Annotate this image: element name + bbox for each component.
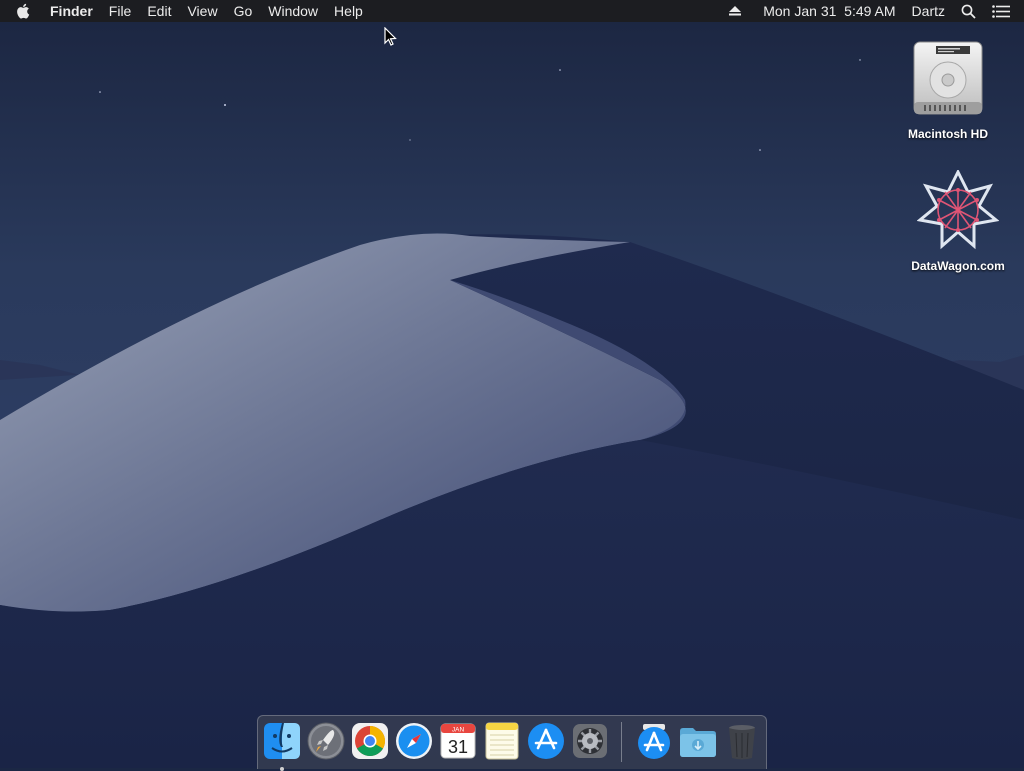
dock-downloads[interactable]: [678, 721, 718, 761]
eject-icon[interactable]: [721, 0, 749, 22]
finder-icon: [264, 723, 300, 759]
apple-logo-icon[interactable]: [0, 0, 42, 22]
dock-app-store[interactable]: [526, 721, 566, 761]
trash-icon: [729, 725, 755, 760]
apple-logo-icon: [17, 3, 30, 19]
menu-help[interactable]: Help: [326, 0, 371, 22]
dock-trash[interactable]: [722, 721, 762, 761]
chrome-icon: [352, 723, 388, 759]
calendar-month: JAN: [452, 727, 465, 734]
status-area: Mon Jan 31 5:49 AM Dartz: [721, 0, 1024, 22]
menubar-user[interactable]: Dartz: [904, 0, 953, 22]
dock-calendar[interactable]: JAN 31: [438, 721, 478, 761]
calendar-day: 31: [448, 737, 468, 757]
dock-system-preferences[interactable]: [570, 721, 610, 761]
dock-safari[interactable]: [394, 721, 434, 761]
desktop-icon-datawagon[interactable]: DataWagon.com: [898, 168, 1018, 273]
dock-notes[interactable]: [482, 721, 522, 761]
dock-applications-stack[interactable]: [634, 721, 674, 761]
spotlight-search-icon[interactable]: [953, 0, 984, 22]
system-preferences-icon: [573, 724, 607, 758]
menu-window[interactable]: Window: [260, 0, 326, 22]
notes-icon: [485, 722, 519, 760]
hard-drive-icon: [913, 41, 983, 115]
dock-finder[interactable]: [262, 721, 302, 771]
calendar-icon: JAN 31: [440, 723, 476, 759]
menu-go[interactable]: Go: [226, 0, 261, 22]
launchpad-icon: [307, 722, 345, 760]
safari-icon: [396, 723, 432, 759]
mouse-cursor-icon: [384, 27, 397, 46]
desktop-icon-macintosh-hd[interactable]: Macintosh HD: [888, 38, 1008, 141]
desktop-wallpaper: [0, 0, 1024, 768]
desktop-icon-label: DataWagon.com: [911, 259, 1005, 273]
network-volume-icon: [916, 168, 1000, 250]
dock-separator: [621, 722, 622, 762]
dock: JAN 31: [257, 715, 767, 771]
desktop-icon-label: Macintosh HD: [907, 127, 988, 141]
applications-stack-icon: [638, 724, 670, 759]
menu-bar: Finder File Edit View Go Window Help Mon…: [0, 0, 1024, 22]
menu-app-name[interactable]: Finder: [42, 0, 101, 22]
dock-launchpad[interactable]: [306, 721, 346, 761]
downloads-folder-icon: [680, 728, 716, 757]
notification-center-icon[interactable]: [984, 0, 1024, 22]
menu-file[interactable]: File: [101, 0, 140, 22]
menu-view[interactable]: View: [179, 0, 225, 22]
menubar-clock[interactable]: Mon Jan 31 5:49 AM: [749, 0, 903, 22]
app-store-icon: [528, 723, 564, 759]
menu-edit[interactable]: Edit: [139, 0, 179, 22]
dock-chrome[interactable]: [350, 721, 390, 761]
